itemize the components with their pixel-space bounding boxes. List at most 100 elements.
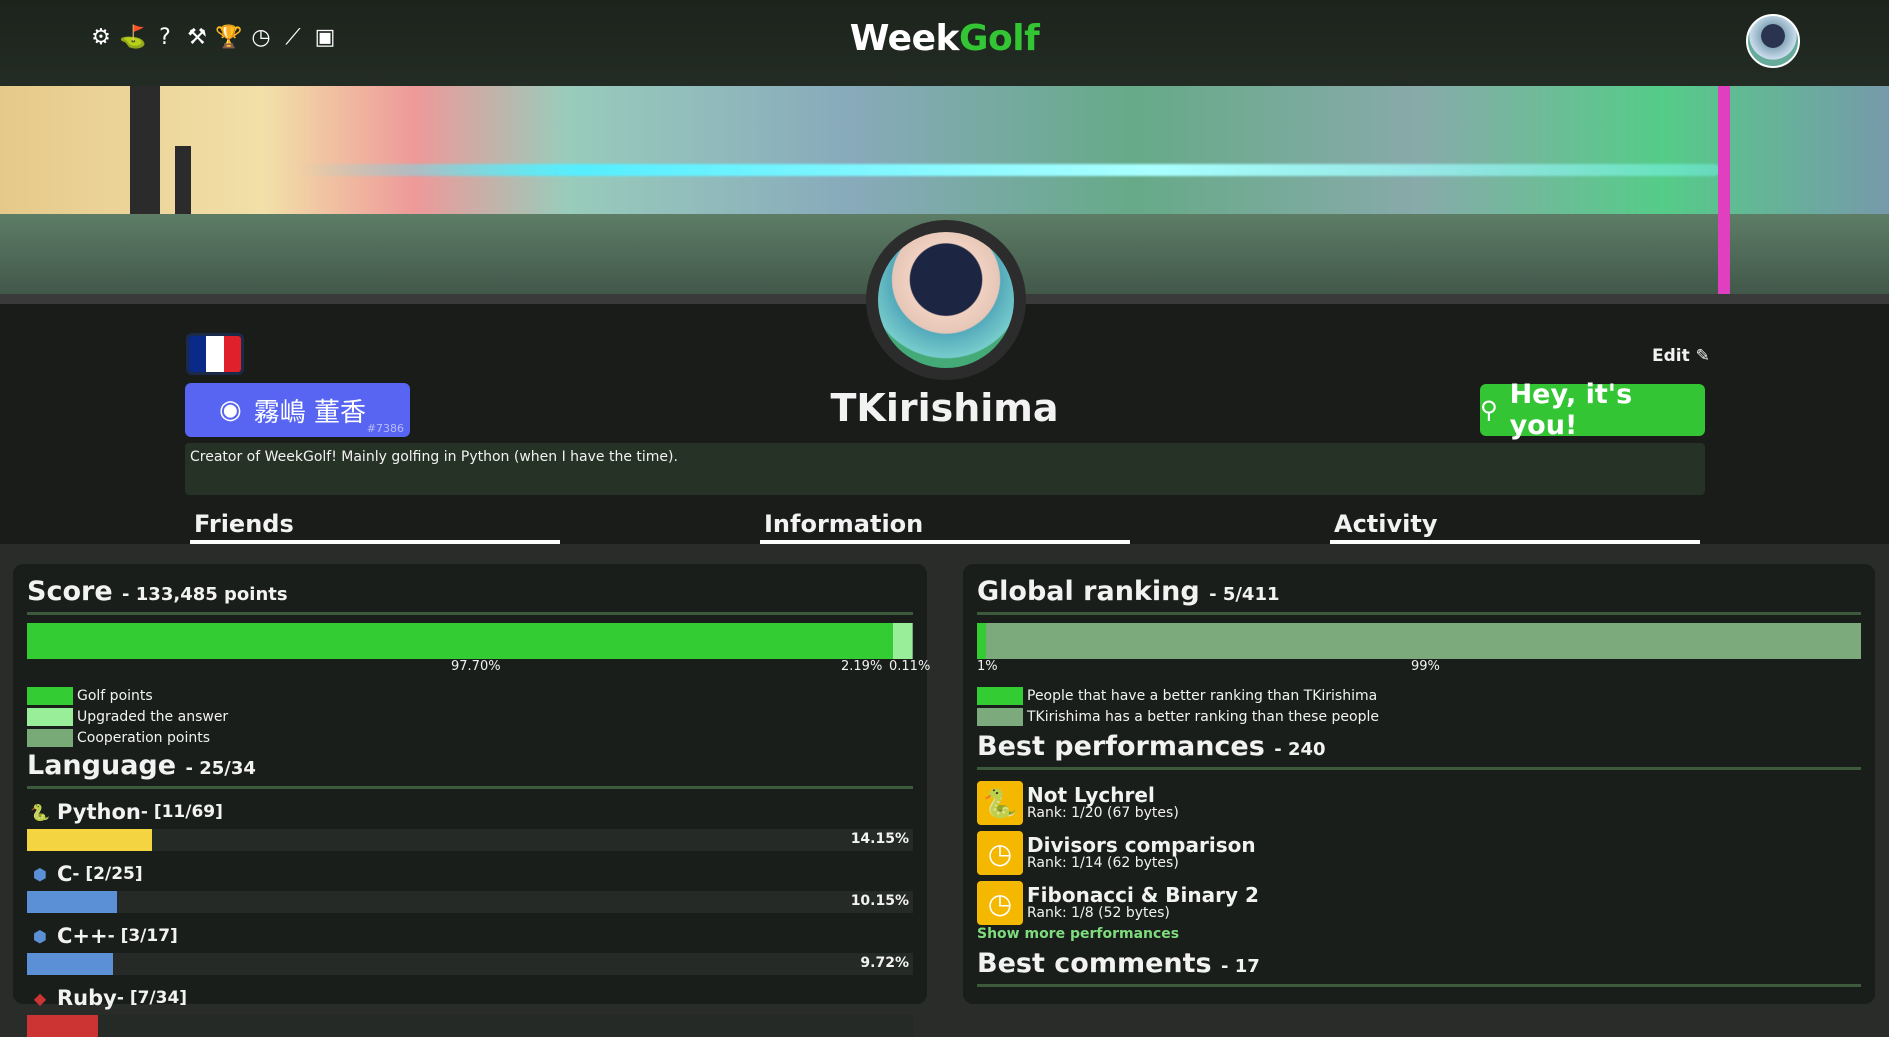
france-flag-icon	[186, 333, 244, 375]
tab-information[interactable]: Information	[760, 510, 1130, 544]
score-legend-swatch	[27, 686, 73, 705]
language-name: C++	[57, 924, 108, 948]
language-rank: - [11/69]	[140, 802, 223, 822]
show-more-performances-link[interactable]: Show more performances	[977, 926, 1861, 942]
language-bar: 10.15%	[27, 891, 913, 913]
profile-avatar	[866, 220, 1026, 380]
language-item: ⬢ C - [2/25] 10.15%	[27, 859, 913, 913]
profile-tabs: Friends Information Activity	[0, 510, 1889, 544]
performance-item[interactable]: ◷ Divisors comparison Rank: 1/14 (62 bytes…	[977, 828, 1861, 878]
language-bar: 14.15%	[27, 829, 913, 851]
score-percentages: 97.70% 2.19% 0.11%	[27, 659, 930, 677]
language-bar-fill	[27, 1015, 98, 1037]
language-header: ◆ Ruby - [7/34]	[27, 983, 913, 1013]
score-legend-label: Upgraded the answer	[77, 708, 229, 725]
language-name: Python	[57, 800, 141, 824]
profile-bio: Creator of WeekGolf! Mainly golfing in P…	[185, 443, 1705, 495]
cpp-language-icon: ⬢	[33, 926, 47, 946]
app-logo[interactable]: WeekGolf	[0, 18, 1889, 59]
score-legend-item: Upgraded the answer	[27, 706, 913, 727]
language-pct: 10.15%	[850, 893, 909, 909]
performance-item[interactable]: 🐍 Not Lychrel Rank: 1/20 (67 bytes)	[977, 778, 1861, 828]
ranking-bar	[977, 623, 1861, 659]
language-bar	[27, 1015, 913, 1037]
top-bar: ⚙ ⛳ ? ⚒ 🏆 ◷ ⟋ ▣ WeekGolf	[0, 0, 1889, 86]
left-stats-panel: Score - 133,485 points 97.70% 2.19% 0.11% …	[13, 564, 930, 1037]
score-pct-label: 2.19%	[841, 659, 883, 674]
language-rank: - [3/17]	[107, 926, 178, 946]
user-avatar[interactable]	[1746, 14, 1800, 68]
performance-title: Divisors comparison	[1027, 833, 1256, 857]
language-rank: - [2/25]	[72, 864, 143, 884]
score-heading: Score - 133,485 points	[27, 576, 288, 607]
pencil-icon: ✎	[1695, 346, 1710, 366]
performance-rank: Rank: 1/14 (62 bytes)	[1027, 855, 1179, 871]
score-segment	[892, 623, 912, 659]
score-legend-swatch	[27, 707, 73, 726]
ranking-legend: People that have a better ranking than T…	[977, 685, 1861, 727]
edit-profile-button[interactable]: Edit ✎	[1652, 346, 1710, 366]
performance-rank: Rank: 1/20 (67 bytes)	[1027, 805, 1179, 821]
ranking-legend-swatch	[977, 686, 1023, 705]
language-item: ◆ Ruby - [7/34]	[27, 983, 913, 1037]
score-segment	[27, 623, 893, 659]
language-item: 🐍 Python - [11/69] 14.15%	[27, 797, 913, 851]
score-legend-item: Cooperation points	[27, 727, 913, 748]
language-list: 🐍 Python - [11/69] 14.15% ⬢ C - [2/25] 10.15%…	[27, 797, 913, 1037]
performance-list: 🐍 Not Lychrel Rank: 1/20 (67 bytes) ◷ Diviso…	[977, 778, 1861, 928]
language-pct: 9.72%	[860, 955, 909, 971]
score-pct-label: 0.11%	[889, 659, 931, 674]
ranking-percentages: 1% 99%	[977, 659, 1861, 677]
c-language-icon: ⬢	[33, 864, 47, 884]
score-legend-label: Cooperation points	[77, 729, 211, 746]
right-stats-panel: Global ranking - 5/411 1% 99% People that…	[963, 564, 1875, 1004]
language-header: ⬢ C - [2/25]	[27, 859, 913, 889]
score-segment	[912, 623, 913, 659]
language-item: ⬢ C++ - [3/17] 9.72%	[27, 921, 913, 975]
performance-title: Fibonacci & Binary 2	[1027, 883, 1259, 907]
score-legend: Golf points Upgraded the answer Cooperatio…	[27, 685, 913, 748]
score-pct-label: 97.70%	[451, 659, 501, 674]
language-bar: 9.72%	[27, 953, 913, 975]
python-icon: 🐍	[30, 802, 50, 822]
ruby-icon: ◆	[33, 988, 47, 1008]
language-bar-fill	[27, 891, 117, 913]
language-pct: 14.15%	[850, 831, 909, 847]
language-name: C	[57, 862, 73, 886]
language-heading: Language - 25/34	[27, 750, 256, 781]
ranking-legend-label: TKirishima has a better ranking than the…	[1027, 708, 1379, 725]
language-header: ⬢ C++ - [3/17]	[27, 921, 913, 951]
score-legend-swatch	[27, 728, 73, 747]
ranking-legend-item: People that have a better ranking than T…	[977, 685, 1861, 706]
performance-item[interactable]: ◷ Fibonacci & Binary 2 Rank: 1/8 (52 bytes…	[977, 878, 1861, 928]
language-bar-fill	[27, 829, 153, 851]
performances-heading: Best performances - 240	[977, 731, 1326, 762]
ranking-legend-swatch	[977, 707, 1023, 726]
score-legend-item: Golf points	[27, 685, 913, 706]
ranking-heading: Global ranking - 5/411	[977, 576, 1280, 607]
golf-club-icon: ⚲	[1480, 396, 1498, 424]
performance-rank: Rank: 1/8 (52 bytes)	[1027, 905, 1170, 921]
self-profile-button[interactable]: ⚲ Hey, it's you!	[1480, 379, 1705, 441]
python-icon: 🐍	[977, 781, 1023, 825]
banner-pink-beam	[1718, 86, 1730, 294]
ranking-segment	[977, 623, 986, 659]
comments-heading: Best comments - 17	[977, 948, 1260, 979]
ranking-pct-label: 1%	[977, 659, 998, 674]
language-rank: - [7/34]	[116, 988, 188, 1008]
clock-icon: ◷	[977, 831, 1023, 875]
ranking-legend-label: People that have a better ranking than T…	[1027, 687, 1378, 704]
score-legend-label: Golf points	[77, 687, 153, 704]
language-bar-fill	[27, 953, 114, 975]
language-name: Ruby	[57, 986, 117, 1010]
tab-friends[interactable]: Friends	[190, 510, 560, 544]
score-bar	[27, 623, 913, 659]
clock-icon: ◷	[977, 881, 1023, 925]
performance-title: Not Lychrel	[1027, 783, 1155, 807]
language-header: 🐍 Python - [11/69]	[27, 797, 913, 827]
ranking-pct-label: 99%	[1411, 659, 1440, 674]
tab-activity[interactable]: Activity	[1330, 510, 1700, 544]
banner-streak	[300, 164, 1720, 176]
ranking-segment	[985, 623, 1861, 659]
ranking-legend-item: TKirishima has a better ranking than the…	[977, 706, 1861, 727]
